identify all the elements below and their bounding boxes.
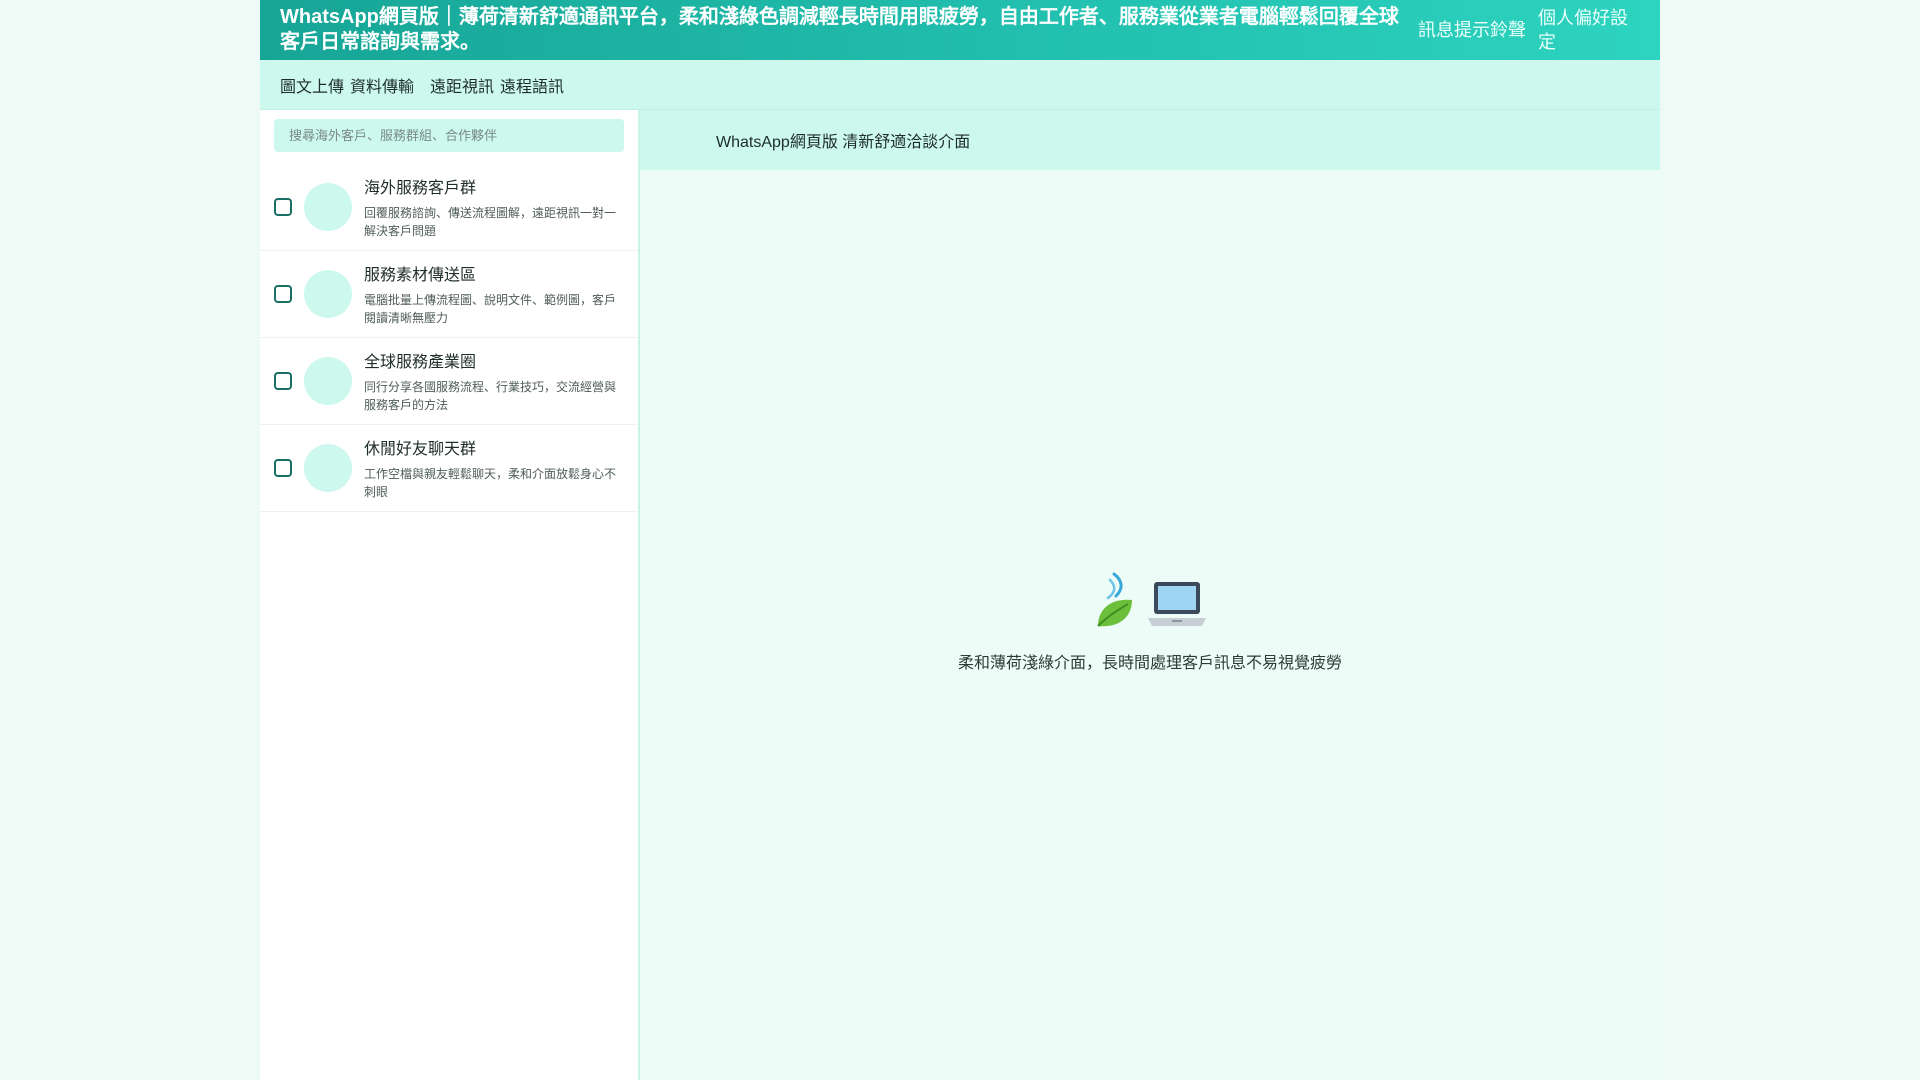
chat-preview: 電腦批量上傳流程圖、說明文件、範例圖，客戶閱讀清晰無壓力 <box>364 293 617 325</box>
voice-call-button[interactable]: 遠程語訊 <box>500 73 564 97</box>
chat-preview: 回覆服務諮詢、傳送流程圖解，遠距視訊一對一解決客戶問題 <box>364 206 617 238</box>
chat-info: 休閒好友聊天群 工作空檔與親友輕鬆聊天，柔和介面放鬆身心不刺眼 <box>364 435 624 501</box>
select-checkbox[interactable] <box>274 372 292 390</box>
avatar <box>304 270 352 318</box>
video-call-button[interactable]: 遠距視訊 <box>430 73 494 97</box>
chat-info: 全球服務產業圈 同行分享各國服務流程、行業技巧，交流經營與服務客戶的方法 <box>364 348 624 414</box>
leaf-icon <box>1092 572 1140 635</box>
chat-info: 服務素材傳送區 電腦批量上傳流程圖、說明文件、範例圖，客戶閱讀清晰無壓力 <box>364 261 624 327</box>
chat-name: 休閒好友聊天群 <box>364 441 477 458</box>
select-checkbox[interactable] <box>274 459 292 477</box>
chat-name: 海外服務客戶群 <box>364 180 477 197</box>
empty-state-message: 柔和薄荷淺綠介面，長時間處理客戶訊息不易視覺疲勞 <box>957 655 1342 672</box>
content-area: 海外服務客戶群 回覆服務諮詢、傳送流程圖解，遠距視訊一對一解決客戶問題 服務素材… <box>260 110 1660 1080</box>
conversation-title: WhatsApp網頁版 清新舒適洽談介面 <box>716 134 971 151</box>
empty-state: 柔和薄荷淺綠介面，長時間處理客戶訊息不易視覺疲勞 <box>640 572 1660 673</box>
chat-name: 全球服務產業圈 <box>364 354 477 371</box>
app-title: WhatsApp網頁版｜薄荷清新舒適通訊平台，柔和淺綠色調減輕長時間用眼疲勞，自… <box>280 6 1399 53</box>
avatar <box>304 357 352 405</box>
laptop-icon <box>1146 578 1208 635</box>
conversation-panel: WhatsApp網頁版 清新舒適洽談介面 柔和薄荷淺綠介面，長時間處理客戶訊息不… <box>640 110 1660 1080</box>
chat-sidebar: 海外服務客戶群 回覆服務諮詢、傳送流程圖解，遠距視訊一對一解決客戶問題 服務素材… <box>260 110 640 1080</box>
chat-list-item[interactable]: 全球服務產業圈 同行分享各國服務流程、行業技巧，交流經營與服務客戶的方法 <box>260 338 638 425</box>
search-container <box>260 110 638 164</box>
conversation-header: WhatsApp網頁版 清新舒適洽談介面 <box>640 110 1660 170</box>
conversation-body: 柔和薄荷淺綠介面，長時間處理客戶訊息不易視覺疲勞 <box>640 170 1660 1080</box>
chat-list-item[interactable]: 海外服務客戶群 回覆服務諮詢、傳送流程圖解，遠距視訊一對一解決客戶問題 <box>260 164 638 251</box>
preferences-button[interactable]: 個人偏好設定 <box>1538 6 1640 54</box>
chat-list-item[interactable]: 休閒好友聊天群 工作空檔與親友輕鬆聊天，柔和介面放鬆身心不刺眼 <box>260 425 638 512</box>
search-input[interactable] <box>274 119 624 152</box>
chat-info: 海外服務客戶群 回覆服務諮詢、傳送流程圖解，遠距視訊一對一解決客戶問題 <box>364 174 624 240</box>
empty-state-icons <box>640 572 1660 635</box>
image-upload-button[interactable]: 圖文上傳 <box>280 73 344 97</box>
avatar <box>304 444 352 492</box>
chat-preview: 同行分享各國服務流程、行業技巧，交流經營與服務客戶的方法 <box>364 380 617 412</box>
select-checkbox[interactable] <box>274 198 292 216</box>
top-bar: WhatsApp網頁版｜薄荷清新舒適通訊平台，柔和淺綠色調減輕長時間用眼疲勞，自… <box>260 0 1660 60</box>
select-checkbox[interactable] <box>274 285 292 303</box>
chat-name: 服務素材傳送區 <box>364 267 477 284</box>
file-transfer-button[interactable]: 資料傳輸 <box>350 73 414 97</box>
toolbar: 圖文上傳 資料傳輸 遠距視訊 遠程語訊 <box>260 60 1660 110</box>
app-window: WhatsApp網頁版｜薄荷清新舒適通訊平台，柔和淺綠色調減輕長時間用眼疲勞，自… <box>260 0 1660 1080</box>
notification-sound-button[interactable]: 訊息提示鈴聲 <box>1418 18 1536 42</box>
chat-preview: 工作空檔與親友輕鬆聊天，柔和介面放鬆身心不刺眼 <box>364 467 617 499</box>
chat-list-item[interactable]: 服務素材傳送區 電腦批量上傳流程圖、說明文件、範例圖，客戶閱讀清晰無壓力 <box>260 251 638 338</box>
avatar <box>304 183 352 231</box>
